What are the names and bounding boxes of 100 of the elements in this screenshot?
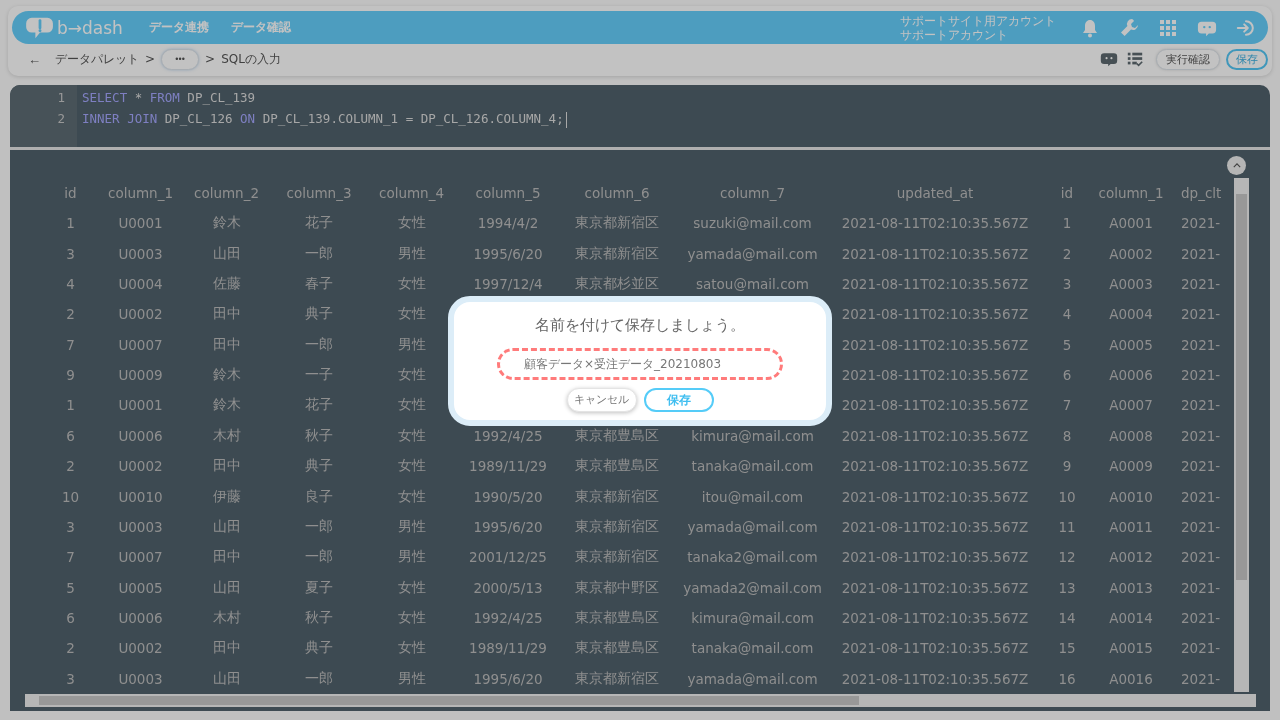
column-header: column_1: [1098, 185, 1164, 201]
table-cell: A0015: [1109, 640, 1153, 657]
table-cell: A0003: [1109, 275, 1153, 292]
table-cell: U0002: [118, 640, 163, 657]
table-cell: 3: [66, 245, 75, 262]
table-cell: 12: [1058, 549, 1076, 566]
more-button[interactable]: •••: [161, 48, 200, 70]
table-cell: 2021-08-11T02:10:35.567Z: [841, 306, 1029, 323]
table-cell: 夏子: [305, 578, 333, 595]
checklist-icon[interactable]: [1126, 50, 1144, 68]
table-cell: 7: [66, 549, 75, 566]
table-cell: 2021-: [1181, 518, 1221, 535]
table-cell: 3: [66, 518, 75, 535]
chat-bubble-icon[interactable]: [1100, 50, 1118, 68]
table-cell: satou@mail.com: [696, 275, 809, 292]
table-cell: 2021-08-11T02:10:35.567Z: [841, 367, 1029, 384]
wrench-icon[interactable]: [1119, 17, 1139, 38]
table-cell: 田中: [212, 548, 241, 565]
table-cell: A0011: [1109, 518, 1153, 535]
table-cell: 1995/6/20: [473, 245, 543, 262]
table-cell: 女性: [397, 305, 426, 322]
table-cell: 13: [1058, 579, 1076, 596]
table-cell: 秋子: [305, 609, 333, 626]
table-cell: U0003: [118, 670, 163, 687]
table-cell: 2021-: [1181, 275, 1221, 292]
table-cell: 3: [66, 670, 75, 687]
table-cell: A0010: [1109, 488, 1153, 505]
table-cell: 6: [1062, 367, 1072, 384]
table-cell: 東京都新宿区: [575, 214, 659, 231]
table-cell: 鈴木: [212, 396, 241, 413]
table-cell: 東京都豊島区: [575, 457, 659, 474]
table-cell: 2021-08-11T02:10:35.567Z: [841, 579, 1029, 596]
code-line: SELECT * FROM DP_CL_139: [82, 89, 257, 107]
breadcrumb-link[interactable]: SQLの入力: [221, 50, 281, 68]
table-cell: 1992/4/25: [473, 427, 543, 444]
table-cell: U0006: [118, 610, 163, 627]
column-header: column_3: [286, 185, 352, 201]
sql-editor[interactable]: 1 2 SELECT * FROM DP_CL_139 INNER JOIN DP_CL_126 ON DP_CL_139.COLUMN_1 = DP_CL_126.COLUMN_4;: [10, 85, 1270, 150]
table-cell: kimura@mail.com: [691, 427, 814, 444]
account-name: サポートアカウント: [900, 27, 1009, 42]
table-cell: 女性: [397, 639, 426, 656]
column-header: column_1: [107, 185, 173, 201]
table-cell: 2021-: [1181, 336, 1221, 353]
table-cell: A0016: [1109, 670, 1153, 687]
table-cell: 2021-08-11T02:10:35.567Z: [841, 397, 1029, 414]
table-cell: itou@mail.com: [701, 488, 804, 505]
logo-text: b→dash: [57, 17, 123, 38]
table-cell: 2021-08-11T02:10:35.567Z: [841, 245, 1029, 262]
column-header: column_4: [378, 185, 444, 201]
horizontal-scrollbar[interactable]: [25, 694, 1256, 707]
table-cell: 田中: [212, 305, 241, 322]
table-cell: 5: [66, 579, 75, 596]
table-cell: 2021-: [1181, 367, 1221, 384]
breadcrumb-link[interactable]: データパレット: [55, 50, 139, 68]
table-cell: 山田: [212, 578, 241, 595]
table-cell: 2021-08-11T02:10:35.567Z: [841, 640, 1029, 657]
table-cell: U0002: [118, 458, 163, 475]
table-cell: 16: [1058, 670, 1076, 687]
table-cell: 1997/12/4: [473, 275, 543, 292]
grid-icon[interactable]: [1158, 17, 1178, 38]
table-cell: 東京都杉並区: [575, 274, 659, 291]
table-cell: 1: [66, 215, 75, 232]
run-check-button[interactable]: 実行確認: [1156, 48, 1220, 70]
table-cell: 典子: [305, 639, 333, 656]
table-cell: tanaka@mail.com: [691, 640, 814, 657]
table-cell: 2021-08-11T02:10:35.567Z: [841, 427, 1029, 444]
bell-icon[interactable]: [1080, 17, 1100, 38]
table-cell: 2021-: [1181, 488, 1221, 505]
table-cell: 一郎: [305, 335, 333, 352]
table-cell: 2021-: [1181, 245, 1221, 262]
table-cell: 2021-: [1181, 458, 1221, 475]
column-header: column_7: [719, 185, 785, 201]
table-cell: 2021-08-11T02:10:35.567Z: [841, 488, 1029, 505]
save-button[interactable]: 保存: [1226, 48, 1268, 70]
table-cell: 田中: [212, 457, 241, 474]
table-cell: 秋子: [305, 426, 333, 443]
table-cell: 女性: [397, 366, 426, 383]
name-input-field[interactable]: 顧客データ×受注データ_20210803: [497, 348, 783, 380]
scroll-top-button[interactable]: [1227, 156, 1246, 175]
table-cell: kimura@mail.com: [691, 610, 814, 627]
table-cell: 2: [66, 306, 75, 323]
table-cell: 1989/11/29: [469, 458, 547, 475]
table-cell: 2021-08-11T02:10:35.567Z: [841, 518, 1029, 535]
table-cell: 東京都新宿区: [575, 517, 659, 534]
table-cell: 一郎: [305, 517, 333, 534]
cancel-button[interactable]: キャンセル: [566, 388, 637, 412]
table-cell: 7: [1062, 397, 1072, 414]
table-cell: 2021-: [1181, 549, 1221, 566]
vertical-scrollbar[interactable]: [1234, 178, 1249, 692]
breadcrumb-separator: >: [205, 52, 216, 66]
table-cell: 2021-: [1181, 579, 1221, 596]
table-cell: 良子: [305, 487, 333, 504]
table-cell: 9: [1062, 458, 1072, 475]
table-cell: 男性: [397, 669, 426, 686]
table-cell: 2000/5/13: [473, 579, 543, 596]
line-number: 2: [56, 110, 65, 128]
back-button[interactable]: ←: [24, 51, 45, 67]
sign-in-icon[interactable]: [1236, 17, 1256, 38]
table-cell: 東京都豊島区: [575, 639, 659, 656]
line-number: 1: [56, 89, 65, 107]
